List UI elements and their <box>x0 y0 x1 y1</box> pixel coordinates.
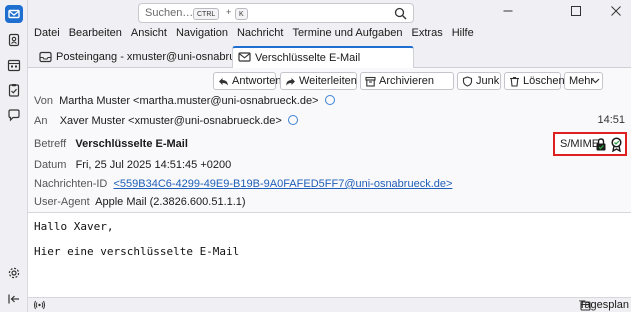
smime-indicator[interactable]: S/MIME <box>553 132 627 156</box>
date-label: Datum <box>34 159 67 171</box>
tab-bar: Posteingang - xmuster@uni-osnabrueck... … <box>28 46 631 69</box>
to-row: An Xaver Muster <xmuster@uni-osnabrueck.… <box>34 115 298 127</box>
tab-encrypted-mail-label: Verschlüsselte E-Mail <box>255 52 361 64</box>
from-value[interactable]: Martha Muster <martha.muster@uni-osnabru… <box>59 95 318 107</box>
message-id-row: Nachrichten-ID <559B34C6-4299-49E9-B19B-… <box>34 178 452 190</box>
from-row: Von Martha Muster <martha.muster@uni-osn… <box>34 95 335 107</box>
title-bar: Suchen… CTRL + K Datei Bearbeiten Ansich… <box>28 0 631 46</box>
delete-button[interactable]: Löschen <box>504 72 565 90</box>
calendar-icon[interactable] <box>5 56 23 74</box>
archive-icon <box>365 76 376 87</box>
menu-bearbeiten[interactable]: Bearbeiten <box>69 27 122 41</box>
trash-icon <box>510 77 519 87</box>
spaces-toolbar <box>0 0 28 312</box>
reply-button[interactable]: Antworten <box>213 72 282 90</box>
status-bar: Tagesplan <box>28 297 631 312</box>
subject-row: Betreff Verschlüsselte E-Mail <box>34 138 188 150</box>
to-value[interactable]: Xaver Muster <xmuster@uni-osnabrueck.de> <box>60 115 282 127</box>
maximize-icon[interactable] <box>568 4 584 18</box>
menu-bar: Datei Bearbeiten Ansicht Navigation Nach… <box>34 27 483 41</box>
lock-icon <box>596 138 606 151</box>
search-icon[interactable] <box>394 7 407 20</box>
date-row: Datum Fri, 25 Jul 2025 14:51:45 +0200 <box>34 159 231 171</box>
message-body: Hallo Xaver, Hier eine verschlüsselte E-… <box>28 214 631 297</box>
shortcut-plus: + <box>226 7 232 17</box>
tab-inbox-label: Posteingang - xmuster@uni-osnabrueck... <box>56 51 262 63</box>
menu-nachricht[interactable]: Nachricht <box>237 27 283 41</box>
user-agent-value: Apple Mail (2.3826.600.51.1.1) <box>95 196 246 208</box>
body-line-text: Hier eine verschlüsselte E-Mail <box>34 245 240 258</box>
to-label: An <box>34 115 48 127</box>
address-book-icon[interactable] <box>5 31 23 49</box>
close-icon[interactable] <box>608 4 624 18</box>
menu-termine[interactable]: Termine und Aufgaben <box>292 27 402 41</box>
shortcut-k: K <box>235 8 248 20</box>
subject-label: Betreff <box>34 138 67 150</box>
menu-extras[interactable]: Extras <box>412 27 443 41</box>
collapse-icon[interactable] <box>5 290 23 308</box>
message-id-link[interactable]: <559B34C6-4299-49E9-B19B-9A0FAFED5FF7@un… <box>113 178 452 190</box>
online-status-icon[interactable] <box>34 300 45 310</box>
contact-icon[interactable] <box>287 115 298 125</box>
menu-datei[interactable]: Datei <box>34 27 60 41</box>
from-label: Von <box>34 95 53 107</box>
body-line-greeting: Hallo Xaver, <box>34 220 114 233</box>
user-agent-label: User-Agent <box>34 196 90 208</box>
menu-ansicht[interactable]: Ansicht <box>131 27 167 41</box>
archive-button[interactable]: Archivieren <box>360 72 454 90</box>
reply-icon <box>219 78 228 86</box>
menu-navigation[interactable]: Navigation <box>176 27 228 41</box>
envelope-icon <box>238 52 251 62</box>
chevron-down-icon <box>591 78 600 84</box>
more-button[interactable]: Mehr <box>564 72 603 90</box>
settings-icon[interactable] <box>5 264 23 282</box>
tab-inbox[interactable]: Posteingang - xmuster@uni-osnabrueck... <box>34 47 262 68</box>
user-agent-row: User-Agent Apple Mail (2.3826.600.51.1.1… <box>34 196 246 208</box>
forward-button[interactable]: Weiterleiten <box>280 72 357 90</box>
tab-encrypted-mail[interactable]: Verschlüsselte E-Mail <box>232 46 414 69</box>
message-header: Antworten Weiterleiten Archivieren Junk … <box>28 68 631 213</box>
minimize-icon[interactable] <box>500 4 516 18</box>
junk-button[interactable]: Junk <box>457 72 501 90</box>
today-pane-toggle[interactable]: Tagesplan <box>579 299 629 311</box>
message-time: 14:51 <box>597 114 625 126</box>
search-placeholder: Suchen… <box>145 7 194 19</box>
subject-value: Verschlüsselte E-Mail <box>75 138 188 150</box>
message-pane: Antworten Weiterleiten Archivieren Junk … <box>28 68 631 297</box>
mail-icon[interactable] <box>5 5 23 23</box>
smime-label: S/MIME <box>560 138 600 150</box>
message-id-label: Nachrichten-ID <box>34 178 108 190</box>
shortcut-ctrl: CTRL <box>193 8 220 20</box>
search-box[interactable]: Suchen… CTRL + K <box>138 3 414 23</box>
menu-hilfe[interactable]: Hilfe <box>452 27 474 41</box>
certificate-icon <box>611 137 622 152</box>
inbox-icon <box>39 51 52 63</box>
junk-icon <box>462 76 473 87</box>
date-value: Fri, 25 Jul 2025 14:51:45 +0200 <box>75 159 232 171</box>
forward-icon <box>286 78 295 86</box>
contact-icon[interactable] <box>324 95 335 105</box>
tasks-icon[interactable] <box>5 81 23 99</box>
chat-icon[interactable] <box>5 106 23 124</box>
